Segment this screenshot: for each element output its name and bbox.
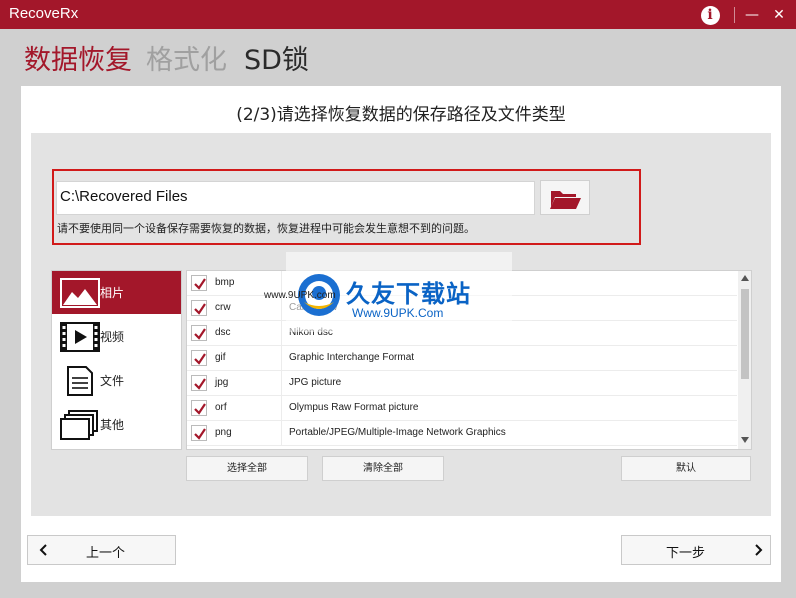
- tab-format[interactable]: 格式化: [146, 38, 227, 77]
- save-path-warning: 请不要使用同一个设备保存需要恢复的数据，恢复进程中可能会发生意想不到的问题。: [57, 222, 475, 235]
- step-title: (2/3)请选择恢复数据的保存路径及文件类型: [236, 105, 566, 125]
- chevron-left-icon: [39, 544, 47, 556]
- info-icon[interactable]: i: [699, 4, 721, 26]
- next-button[interactable]: 下一步: [621, 535, 771, 565]
- title-bar: RecoveRx i — ✕: [0, 0, 796, 29]
- document-icon: [67, 366, 93, 396]
- check-icon: [194, 353, 206, 365]
- check-icon: [194, 303, 206, 315]
- file-description: JPG picture: [289, 377, 342, 388]
- table-row[interactable]: png Portable/JPEG/Multiple-Image Network…: [187, 421, 737, 446]
- folder-open-icon: [550, 191, 581, 209]
- clear-all-button[interactable]: 清除全部: [322, 456, 444, 481]
- file-extension: crw: [215, 302, 231, 313]
- column-divider: [281, 296, 282, 321]
- table-row[interactable]: orf Olympus Raw Format picture: [187, 396, 737, 421]
- category-video[interactable]: 视频: [52, 315, 181, 358]
- file-type-list: bmp crw Canon raw dsc Nikon dsc gif Grap…: [186, 270, 752, 450]
- info-glyph: i: [700, 6, 720, 25]
- file-extension: orf: [215, 402, 227, 413]
- file-description: Canon raw: [289, 302, 338, 313]
- column-divider: [281, 396, 282, 421]
- check-icon: [194, 403, 206, 415]
- close-icon[interactable]: ✕: [768, 4, 790, 26]
- default-button[interactable]: 默认: [621, 456, 751, 481]
- file-description: Nikon dsc: [289, 327, 333, 338]
- other-icon: [60, 410, 98, 440]
- app-title: RecoveRx: [9, 5, 79, 22]
- column-divider: [281, 421, 282, 446]
- checkbox-checked[interactable]: [191, 425, 207, 441]
- titlebar-divider: [734, 7, 735, 23]
- file-extension: gif: [215, 352, 226, 363]
- main-panel: (2/3)请选择恢复数据的保存路径及文件类型 C:\Recovered File…: [21, 86, 781, 582]
- minimize-icon[interactable]: —: [741, 4, 763, 26]
- checkbox-checked[interactable]: [191, 275, 207, 291]
- photo-icon: [60, 278, 100, 308]
- category-photo[interactable]: 相片: [52, 271, 181, 314]
- column-divider: [281, 346, 282, 371]
- checkbox-checked[interactable]: [191, 375, 207, 391]
- file-extension: png: [215, 427, 232, 438]
- file-description: Portable/JPEG/Multiple-Image Network Gra…: [289, 427, 506, 438]
- category-list: 相片 视频 文件 其他: [51, 270, 182, 450]
- chevron-right-icon: [755, 544, 763, 556]
- check-icon: [194, 378, 206, 390]
- content-area: C:\Recovered Files 请不要使用同一个设备保存需要恢复的数据，恢…: [31, 133, 771, 516]
- column-divider: [281, 371, 282, 396]
- file-extension: bmp: [215, 277, 235, 288]
- category-photo-label: 相片: [100, 286, 125, 300]
- file-description: Olympus Raw Format picture: [289, 402, 419, 413]
- table-row[interactable]: bmp: [187, 271, 737, 296]
- save-path-section: C:\Recovered Files 请不要使用同一个设备保存需要恢复的数据，恢…: [52, 169, 641, 245]
- file-list-scrollbar[interactable]: [738, 271, 751, 449]
- table-row[interactable]: dsc Nikon dsc: [187, 321, 737, 346]
- check-icon: [194, 428, 206, 440]
- save-path-input[interactable]: C:\Recovered Files: [56, 181, 535, 215]
- checkbox-checked[interactable]: [191, 300, 207, 316]
- category-video-label: 视频: [100, 330, 125, 344]
- scroll-up-icon[interactable]: [741, 275, 749, 281]
- file-extension: jpg: [215, 377, 229, 388]
- category-other[interactable]: 其他: [52, 403, 181, 446]
- checkbox-checked[interactable]: [191, 325, 207, 341]
- scroll-down-icon[interactable]: [741, 437, 749, 443]
- checkbox-checked[interactable]: [191, 350, 207, 366]
- previous-button-label: 上一个: [86, 546, 126, 561]
- browse-folder-button[interactable]: [540, 180, 590, 215]
- column-divider: [281, 321, 282, 346]
- file-description: Graphic Interchange Format: [289, 352, 415, 363]
- next-button-label: 下一步: [666, 546, 706, 561]
- table-row[interactable]: crw Canon raw: [187, 296, 737, 321]
- scroll-thumb[interactable]: [741, 289, 749, 379]
- table-row[interactable]: gif Graphic Interchange Format: [187, 346, 737, 371]
- tab-sd-lock[interactable]: SD锁: [244, 38, 309, 77]
- category-document[interactable]: 文件: [52, 359, 181, 402]
- select-all-button[interactable]: 选择全部: [186, 456, 308, 481]
- check-icon: [194, 278, 206, 290]
- column-divider: [281, 271, 282, 296]
- table-row[interactable]: jpg JPG picture: [187, 371, 737, 396]
- category-other-label: 其他: [100, 418, 125, 432]
- file-extension: dsc: [215, 327, 231, 338]
- video-icon: [60, 322, 100, 352]
- tab-data-recovery[interactable]: 数据恢复: [24, 38, 132, 77]
- category-document-label: 文件: [100, 374, 125, 388]
- check-icon: [194, 328, 206, 340]
- previous-button[interactable]: 上一个: [27, 535, 176, 565]
- checkbox-checked[interactable]: [191, 400, 207, 416]
